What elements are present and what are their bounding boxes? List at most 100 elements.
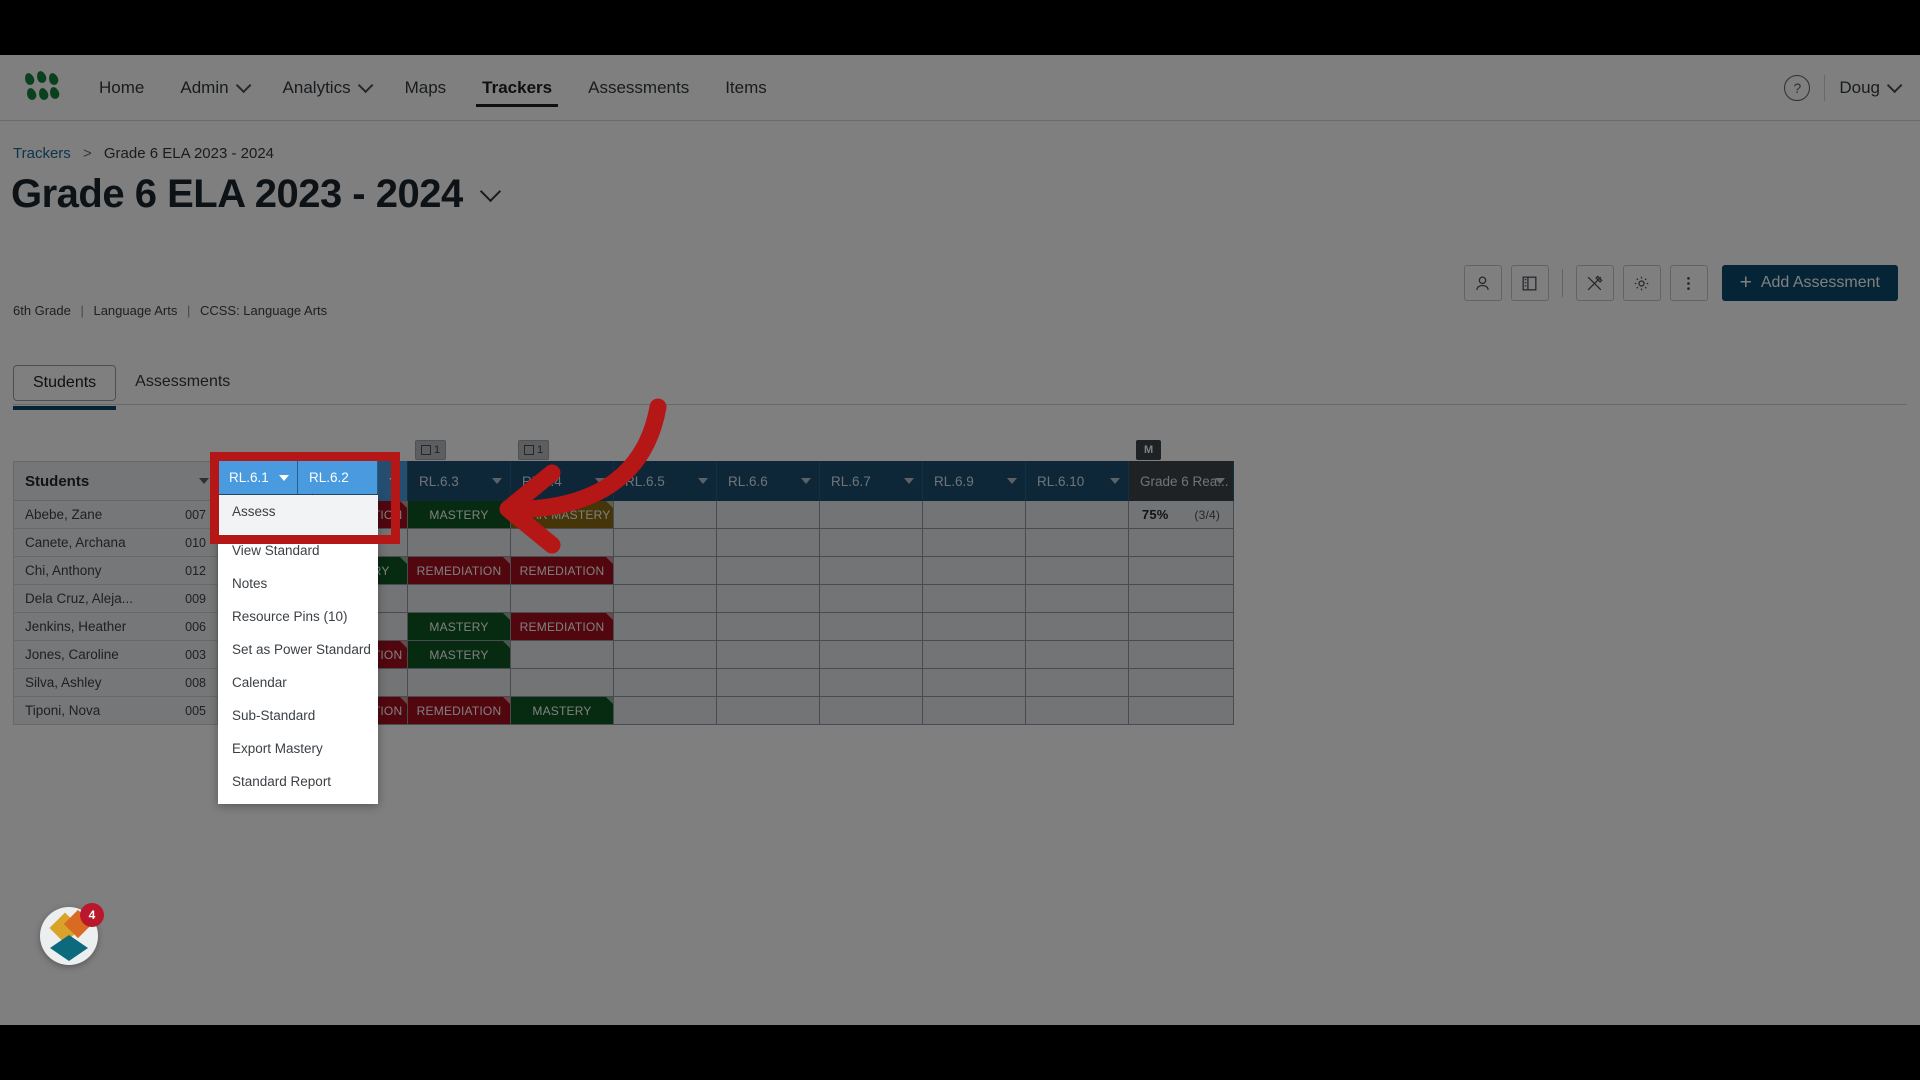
- mastery-cell[interactable]: [1026, 501, 1129, 529]
- mastery-cell[interactable]: MASTERY: [511, 697, 614, 725]
- menu-item-set-power-standard[interactable]: Set as Power Standard: [218, 633, 378, 666]
- mastery-cell[interactable]: [511, 669, 614, 697]
- menu-item-export-mastery[interactable]: Export Mastery: [218, 732, 378, 765]
- mastery-cell[interactable]: [923, 641, 1026, 669]
- mastery-cell[interactable]: [717, 641, 820, 669]
- mastery-cell[interactable]: [717, 529, 820, 557]
- mastery-cell[interactable]: [820, 669, 923, 697]
- mastery-cell[interactable]: [717, 613, 820, 641]
- help-icon[interactable]: ?: [1784, 74, 1811, 101]
- pencil-ruler-button[interactable]: [1575, 265, 1614, 301]
- student-name-cell[interactable]: Tiponi, Nova 005: [13, 697, 218, 725]
- nav-item-items[interactable]: Items: [707, 55, 785, 120]
- student-name-cell[interactable]: Chi, Anthony 012: [13, 557, 218, 585]
- support-chat-widget[interactable]: 4: [40, 903, 104, 965]
- mastery-cell[interactable]: [1026, 697, 1129, 725]
- mastery-cell[interactable]: [614, 669, 717, 697]
- settings-button[interactable]: [1622, 265, 1661, 301]
- table-row[interactable]: Tiponi, Nova005REMEDIATIONREMEDIATIONMAS…: [13, 697, 1234, 725]
- mastery-cell[interactable]: [1026, 613, 1129, 641]
- mastery-cell[interactable]: MASTERY: [408, 613, 511, 641]
- grid-header-students[interactable]: Students: [13, 461, 218, 501]
- mastery-cell[interactable]: MASTERY: [408, 641, 511, 669]
- menu-item-standard-report[interactable]: Standard Report: [218, 765, 378, 798]
- grid-header-rl69[interactable]: RL.6.9: [923, 461, 1026, 501]
- table-row[interactable]: Dela Cruz, Aleja... 009: [13, 585, 1234, 613]
- mastery-cell[interactable]: [511, 641, 614, 669]
- table-row[interactable]: Jenkins, Heather 006 MASTERY REMEDIATION: [13, 613, 1234, 641]
- mastery-cell[interactable]: [820, 697, 923, 725]
- grid-header-aggregate[interactable]: M Grade 6 Rea...: [1129, 440, 1234, 501]
- nav-item-maps[interactable]: Maps: [387, 55, 465, 120]
- aggregate-cell[interactable]: [1129, 557, 1234, 585]
- mastery-cell[interactable]: [820, 585, 923, 613]
- mastery-cell[interactable]: REMEDIATION: [511, 613, 614, 641]
- aggregate-cell[interactable]: [1129, 697, 1234, 725]
- breadcrumb-trackers-link[interactable]: Trackers: [13, 145, 71, 162]
- menu-item-sub-standard[interactable]: Sub-Standard: [218, 699, 378, 732]
- mastery-cell[interactable]: [614, 613, 717, 641]
- mastery-cell[interactable]: [408, 669, 511, 697]
- student-name-cell[interactable]: Canete, Archana 010: [13, 529, 218, 557]
- aggregate-cell[interactable]: [1129, 641, 1234, 669]
- mastery-cell[interactable]: [1026, 557, 1129, 585]
- table-row[interactable]: Jones, Caroline003REMEDIATIONMASTERY: [13, 641, 1234, 669]
- menu-item-resource-pins[interactable]: Resource Pins (10): [218, 600, 378, 633]
- mastery-cell[interactable]: [923, 557, 1026, 585]
- student-icon-button[interactable]: [1463, 265, 1502, 301]
- app-logo-icon[interactable]: [23, 69, 61, 103]
- mastery-cell[interactable]: [820, 641, 923, 669]
- student-name-cell[interactable]: Silva, Ashley 008: [13, 669, 218, 697]
- student-name-cell[interactable]: Jenkins, Heather 006: [13, 613, 218, 641]
- menu-item-calendar[interactable]: Calendar: [218, 666, 378, 699]
- nav-item-analytics[interactable]: Analytics: [265, 55, 387, 120]
- aggregate-cell[interactable]: 75% (3/4): [1129, 501, 1234, 529]
- mastery-cell[interactable]: [820, 613, 923, 641]
- student-name-cell[interactable]: Jones, Caroline 003: [13, 641, 218, 669]
- table-row[interactable]: Silva, Ashley 008: [13, 669, 1234, 697]
- mastery-cell[interactable]: [614, 641, 717, 669]
- mastery-cell[interactable]: [511, 585, 614, 613]
- menu-item-notes[interactable]: Notes: [218, 567, 378, 600]
- title-chevron-down-icon[interactable]: [479, 180, 501, 202]
- mastery-cell[interactable]: [614, 585, 717, 613]
- mastery-cell[interactable]: [923, 669, 1026, 697]
- add-assessment-button[interactable]: + Add Assessment: [1721, 265, 1898, 301]
- more-options-button[interactable]: [1669, 265, 1708, 301]
- mastery-cell[interactable]: [1026, 641, 1129, 669]
- aggregate-cell[interactable]: [1129, 529, 1234, 557]
- mastery-cell[interactable]: [923, 585, 1026, 613]
- mastery-cell[interactable]: [1026, 669, 1129, 697]
- mastery-cell[interactable]: [820, 529, 923, 557]
- mastery-cell[interactable]: [923, 613, 1026, 641]
- student-name-cell[interactable]: Abebe, Zane 007: [13, 501, 218, 529]
- mastery-cell[interactable]: [923, 501, 1026, 529]
- tab-students[interactable]: Students: [13, 365, 117, 410]
- aggregate-cell[interactable]: [1129, 669, 1234, 697]
- nav-item-home[interactable]: Home: [81, 55, 162, 120]
- nav-item-assessments[interactable]: Assessments: [570, 55, 707, 120]
- grid-header-rl67[interactable]: RL.6.7: [820, 461, 923, 501]
- mastery-cell[interactable]: [717, 697, 820, 725]
- mastery-cell[interactable]: [1026, 529, 1129, 557]
- mastery-cell[interactable]: [408, 585, 511, 613]
- mastery-cell[interactable]: [820, 501, 923, 529]
- mastery-cell[interactable]: [923, 529, 1026, 557]
- grid-header-rl66[interactable]: RL.6.6: [717, 461, 820, 501]
- aggregate-cell[interactable]: [1129, 613, 1234, 641]
- mastery-cell[interactable]: [820, 557, 923, 585]
- mastery-cell[interactable]: [923, 697, 1026, 725]
- mastery-cell[interactable]: [717, 501, 820, 529]
- user-menu[interactable]: Doug: [1839, 78, 1903, 98]
- nav-item-admin[interactable]: Admin: [162, 55, 264, 120]
- mastery-cell[interactable]: REMEDIATION: [408, 697, 511, 725]
- grid-header-rl610[interactable]: RL.6.10: [1026, 461, 1129, 501]
- mastery-cell[interactable]: [1026, 585, 1129, 613]
- nav-item-trackers[interactable]: Trackers: [464, 55, 570, 120]
- tab-assessments[interactable]: Assessments: [116, 365, 249, 399]
- student-name-cell[interactable]: Dela Cruz, Aleja... 009: [13, 585, 218, 613]
- aggregate-cell[interactable]: [1129, 585, 1234, 613]
- mastery-cell[interactable]: [717, 669, 820, 697]
- mastery-cell[interactable]: [614, 697, 717, 725]
- mastery-cell[interactable]: [717, 557, 820, 585]
